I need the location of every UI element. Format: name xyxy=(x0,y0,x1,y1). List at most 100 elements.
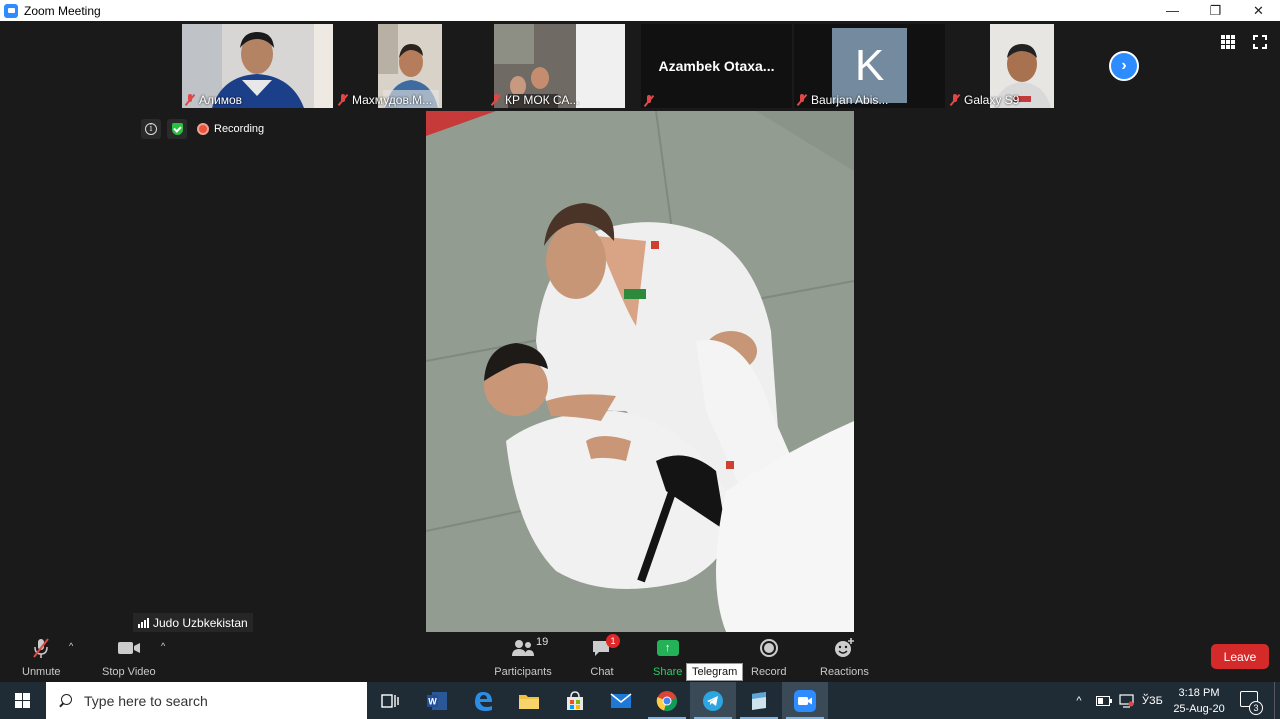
encryption-button[interactable] xyxy=(167,119,187,139)
battery-icon[interactable] xyxy=(1096,695,1112,706)
clock-time: 3:18 PM xyxy=(1178,687,1220,699)
participant-tile[interactable]: K Baurjan Abis... xyxy=(794,24,945,108)
record-icon xyxy=(759,639,778,657)
participants-button[interactable]: 19 Participants xyxy=(494,636,552,678)
title-bar: Zoom Meeting — ❐ ✕ xyxy=(0,0,1280,21)
clock-date: 25-Aug-20 xyxy=(1173,703,1225,715)
shield-icon xyxy=(171,123,183,135)
audio-options-caret-icon[interactable]: ^ xyxy=(69,641,73,651)
minimize-button[interactable]: — xyxy=(1151,0,1194,21)
mic-muted-icon xyxy=(950,94,960,106)
mic-muted-icon xyxy=(491,94,501,106)
folder-icon xyxy=(519,694,539,709)
unmute-button[interactable]: Unmute xyxy=(22,636,61,678)
chat-unread-badge: 1 xyxy=(606,634,620,648)
chat-label: Chat xyxy=(590,666,614,678)
task-view-button[interactable] xyxy=(367,682,413,719)
store-bag-icon xyxy=(567,690,583,710)
participant-tile[interactable]: Махмудов.М... xyxy=(335,24,486,108)
zoom-video-icon xyxy=(794,689,816,712)
participants-label: Participants xyxy=(494,666,552,678)
video-camera-icon xyxy=(117,642,140,654)
search-placeholder: Type here to search xyxy=(84,692,208,709)
meeting-area: Алимов Махмудов.М... КР МОК СА... Azambe… xyxy=(0,21,1280,632)
record-label: Record xyxy=(751,666,787,678)
windows-taskbar: Type here to search W ^ ЎЗБ 3:18 PM 25-A… xyxy=(0,682,1280,719)
video-options-caret-icon[interactable]: ^ xyxy=(161,641,165,651)
app-window-icon xyxy=(752,691,766,710)
chat-button[interactable]: 1 Chat xyxy=(590,634,620,678)
stop-video-button[interactable]: Stop Video xyxy=(102,636,156,678)
active-speaker-name: Judo Uzbkekistan xyxy=(153,615,248,630)
participant-display-name: Azambek Otaxa... xyxy=(658,58,775,74)
next-page-arrow-icon[interactable]: › xyxy=(1109,51,1139,81)
mail-envelope-icon xyxy=(610,692,632,708)
reactions-button[interactable]: Reactions xyxy=(820,636,869,678)
participants-count: 19 xyxy=(536,636,549,648)
share-screen-button[interactable]: ↑ Share xyxy=(653,636,682,678)
network-icon[interactable] xyxy=(1119,693,1135,708)
main-speaker-video xyxy=(426,111,854,632)
reactions-label: Reactions xyxy=(820,666,869,678)
taskbar-telegram[interactable] xyxy=(690,682,736,719)
start-button[interactable] xyxy=(0,682,45,719)
active-speaker-label: Judo Uzbkekistan xyxy=(133,613,253,632)
edge-browser-icon xyxy=(475,691,492,711)
participants-icon xyxy=(512,640,534,656)
task-view-icon xyxy=(381,693,399,708)
windows-logo-icon xyxy=(15,693,30,708)
participant-strip: Алимов Махмудов.М... КР МОК СА... Azambe… xyxy=(182,24,1098,108)
search-icon xyxy=(58,693,72,708)
participant-name: Galaxy S9 xyxy=(964,93,1020,107)
show-desktop-button[interactable] xyxy=(1274,682,1280,719)
system-clock[interactable]: 3:18 PM 25-Aug-20 xyxy=(1166,685,1232,717)
show-hidden-icons-chevron-icon[interactable]: ^ xyxy=(1072,695,1086,707)
taskbar-mail[interactable] xyxy=(598,682,644,719)
notification-count-badge: 3 xyxy=(1249,701,1263,715)
recording-label: Recording xyxy=(214,123,265,135)
meeting-status-bar: i Recording xyxy=(141,119,264,139)
participant-avatar: K xyxy=(832,28,907,103)
mic-muted-icon xyxy=(644,95,654,107)
taskbar-store[interactable] xyxy=(552,682,598,719)
taskbar-word[interactable]: W xyxy=(414,682,460,719)
participant-tile[interactable]: Алимов xyxy=(182,24,333,108)
meeting-info-button[interactable]: i xyxy=(141,119,161,139)
recording-dot-icon xyxy=(197,123,209,135)
meeting-toolbar: Unmute ^ Stop Video ^ 19 Participants 1 … xyxy=(0,632,1280,682)
info-icon: i xyxy=(145,123,157,135)
participant-tile[interactable]: Galaxy S9 xyxy=(947,24,1098,108)
taskbar-chrome[interactable] xyxy=(644,682,690,719)
participant-name: Махмудов.М... xyxy=(352,93,433,107)
close-button[interactable]: ✕ xyxy=(1237,0,1280,21)
taskbar-tooltip: Telegram xyxy=(686,663,744,681)
fullscreen-icon[interactable] xyxy=(1253,35,1267,49)
telegram-icon xyxy=(703,690,723,711)
unmute-label: Unmute xyxy=(22,666,61,678)
taskbar-edge[interactable] xyxy=(460,682,506,719)
participant-name: Baurjan Abis... xyxy=(811,93,889,107)
record-button[interactable]: Record xyxy=(751,636,786,678)
taskbar-zoom[interactable] xyxy=(782,682,828,719)
input-language-indicator[interactable]: ЎЗБ xyxy=(1142,695,1163,707)
taskbar-search-box[interactable]: Type here to search xyxy=(46,682,367,719)
microphone-muted-icon xyxy=(33,638,50,658)
zoom-app-icon xyxy=(4,3,18,18)
share-label: Share xyxy=(653,666,683,678)
word-icon: W xyxy=(427,691,447,710)
signal-strength-icon xyxy=(138,617,149,628)
recording-indicator[interactable]: Recording xyxy=(197,123,264,135)
mic-muted-icon xyxy=(338,94,348,106)
share-arrow-icon: ↑ xyxy=(656,640,679,656)
taskbar-file-explorer[interactable] xyxy=(506,682,552,719)
participant-name: КР МОК СА... xyxy=(505,93,580,107)
taskbar-app[interactable] xyxy=(736,682,782,719)
stop-video-label: Stop Video xyxy=(102,666,156,678)
window-title: Zoom Meeting xyxy=(24,3,101,18)
participant-tile[interactable]: КР МОК СА... xyxy=(488,24,639,108)
restore-button[interactable]: ❐ xyxy=(1194,0,1237,21)
gallery-view-icon[interactable] xyxy=(1221,35,1235,49)
participant-tile[interactable]: Azambek Otaxa... xyxy=(641,24,792,108)
smiley-plus-icon xyxy=(835,638,855,657)
leave-meeting-button[interactable]: Leave xyxy=(1211,644,1269,669)
